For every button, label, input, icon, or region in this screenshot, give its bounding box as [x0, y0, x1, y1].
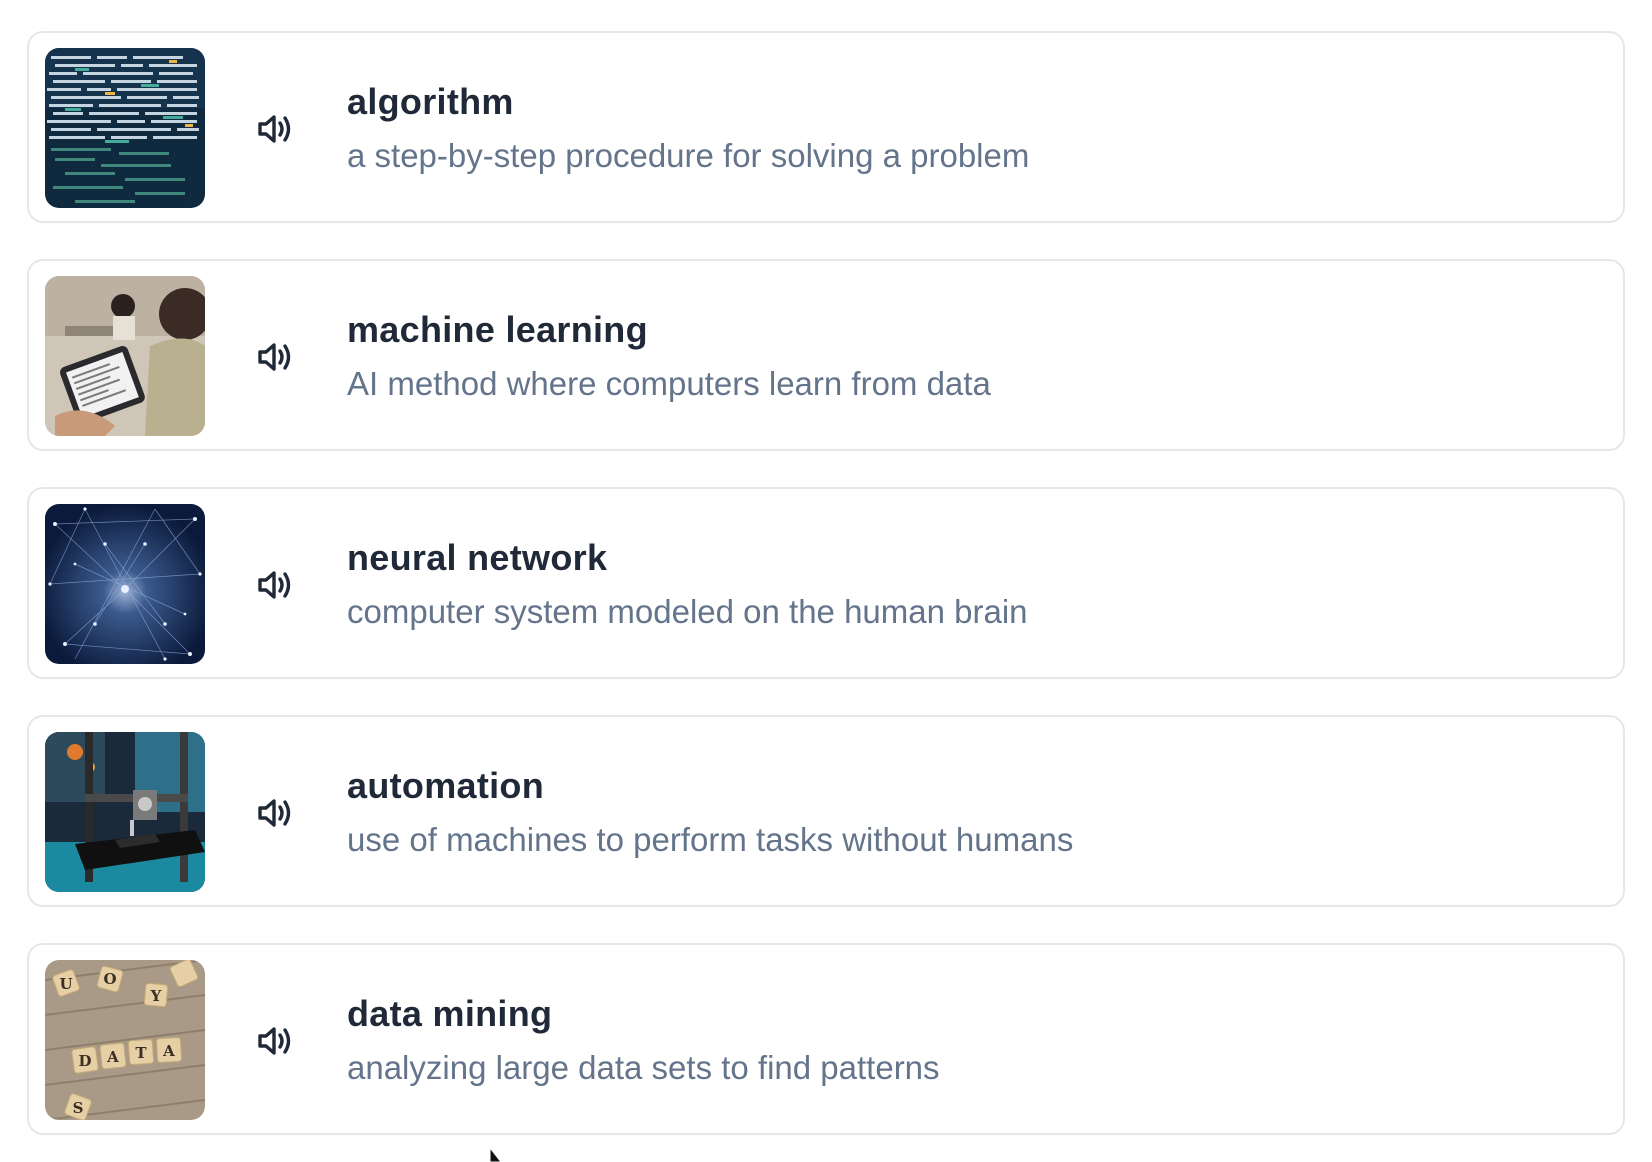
vocab-card-machine-learning[interactable]: machine learning AI method where compute… [27, 259, 1625, 451]
svg-text:O: O [103, 970, 116, 988]
speaker-icon[interactable] [255, 793, 295, 833]
vocab-card-algorithm[interactable]: algorithm a step-by-step procedure for s… [27, 31, 1625, 223]
vocab-word: data mining [347, 993, 553, 1034]
vocab-definition: AI method where computers learn from dat… [347, 365, 991, 402]
svg-text:D: D [78, 1052, 91, 1070]
vocab-word: automation [347, 765, 544, 806]
vocab-word: neural network [347, 537, 608, 578]
vocab-card-data-mining[interactable]: DA TA YO US data mining analyzing large … [27, 943, 1625, 1135]
network-nodes-image [45, 504, 205, 664]
mouse-cursor-icon [489, 1146, 509, 1162]
svg-text:A: A [106, 1048, 119, 1066]
svg-text:A: A [162, 1042, 175, 1060]
svg-text:U: U [59, 975, 72, 993]
3d-printer-image [45, 732, 205, 892]
speaker-icon[interactable] [255, 565, 295, 605]
vocab-card-neural-network[interactable]: neural network computer system modeled o… [27, 487, 1625, 679]
vocab-word: algorithm [347, 81, 514, 122]
scrabble-tiles-image: DA TA YO US [45, 960, 205, 1120]
students-tablet-image [45, 276, 205, 436]
vocab-word: machine learning [347, 309, 648, 350]
vocab-definition: a step-by-step procedure for solving a p… [347, 137, 1030, 174]
code-screen-image [45, 48, 205, 208]
svg-text:T: T [135, 1044, 147, 1062]
vocab-definition: analyzing large data sets to find patter… [347, 1049, 940, 1086]
svg-text:S: S [73, 1099, 84, 1117]
speaker-icon[interactable] [255, 1021, 295, 1061]
vocab-definition: use of machines to perform tasks without… [347, 821, 1074, 858]
svg-text:Y: Y [150, 987, 162, 1005]
vocabulary-list: algorithm a step-by-step procedure for s… [0, 0, 1652, 1162]
vocab-card-automation[interactable]: automation use of machines to perform ta… [27, 715, 1625, 907]
speaker-icon[interactable] [255, 337, 295, 377]
vocab-definition: computer system modeled on the human bra… [347, 593, 1028, 630]
speaker-icon[interactable] [255, 109, 295, 149]
